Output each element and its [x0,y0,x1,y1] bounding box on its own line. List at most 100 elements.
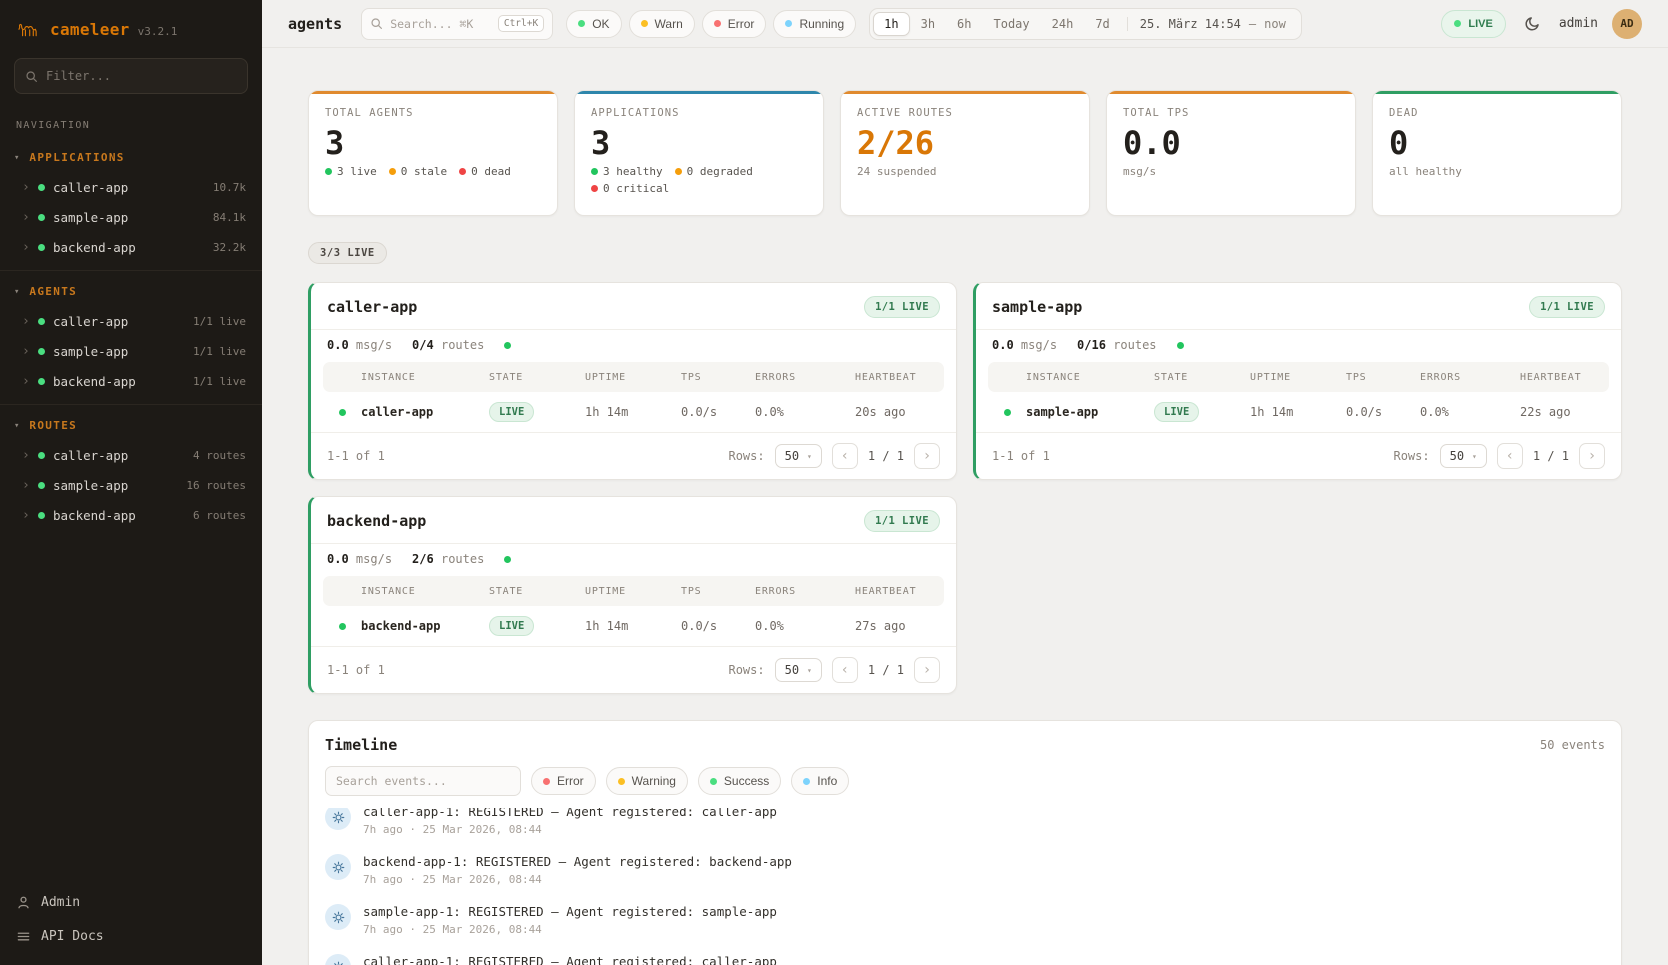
stat-breakdown: 3 live 0 stale 0 dead [325,165,541,178]
sidebar-item-badge: 16 routes [186,479,246,492]
timeline-chip-success[interactable]: Success [698,767,781,795]
prev-page-button[interactable]: ‹ [832,657,858,683]
theme-toggle[interactable] [1520,11,1545,36]
app-live-badge: 1/1 LIVE [864,296,940,318]
caret-down-icon: ▾ [14,287,19,297]
range-button-3h[interactable]: 3h [910,12,946,36]
filter-chip-warn[interactable]: Warn [629,10,695,38]
table-cell [323,623,361,630]
section-header-applications[interactable]: ▾ APPLICATIONS [0,147,262,172]
table-header-cell: HEARTBEAT [855,586,944,597]
next-page-button[interactable]: › [1579,443,1605,469]
sidebar-item-applications-backend-app[interactable]: › backend-app 32.2k [0,232,262,262]
timeline-chip-warning[interactable]: Warning [606,767,688,795]
prev-page-button[interactable]: ‹ [832,443,858,469]
table-cell-tps: 0.0/s [1346,405,1420,419]
sidebar-filter-input[interactable] [46,69,237,83]
event-title: caller-app-1: REGISTERED — Agent registe… [363,808,777,819]
table-header-cell: TPS [1346,372,1420,383]
sidebar-filter [14,58,248,94]
table-cell-uptime: 1h 14m [585,619,681,633]
section-header-routes[interactable]: ▾ ROUTES [0,415,262,440]
stat-subtext: all healthy [1389,165,1605,178]
timeline-event[interactable]: caller-app-1: REGISTERED — Agent registe… [325,808,1605,845]
timeline-chip-info[interactable]: Info [791,767,849,795]
status-dot [591,185,598,192]
global-search-input[interactable] [390,17,491,31]
live-toggle[interactable]: LIVE [1441,10,1505,38]
table-row[interactable]: backend-app LIVE 1h 14m 0.0/s 0.0% 27s a… [323,606,944,646]
sidebar-item-label: backend-app [53,508,136,523]
rows-per-page-select[interactable]: 50 ▾ [1440,444,1487,468]
breakdown-text: 0 dead [471,165,511,178]
sidebar-item-api-docs[interactable]: API Docs [16,919,246,953]
section-header-agents[interactable]: ▾ AGENTS [0,281,262,306]
event-timestamp: 7h ago · 25 Mar 2026, 08:44 [363,873,792,886]
app-logo[interactable]: cameleer v3.2.1 [0,0,262,54]
filter-chip-error[interactable]: Error [702,10,767,38]
stat-value: 0 [1389,127,1605,159]
routes-stat: 0/4 routes [412,338,484,352]
table-row[interactable]: sample-app LIVE 1h 14m 0.0/s 0.0% 22s ag… [988,392,1609,432]
health-dot [1177,342,1184,349]
filter-chip-running[interactable]: Running [773,10,856,38]
timeline-card: Timeline 50 events Error Warning Success [308,720,1622,965]
next-page-button[interactable]: › [914,443,940,469]
timeline-event[interactable]: caller-app-1: REGISTERED — Agent registe… [325,945,1605,965]
sidebar-item-agents-backend-app[interactable]: › backend-app 1/1 live [0,366,262,396]
rows-per-page-value: 50 [1450,449,1464,463]
rows-per-page-select[interactable]: 50 ▾ [775,658,822,682]
table-footer: 1-1 of 1 Rows: 50 ▾ ‹ 1 / 1 › [311,432,956,479]
stats-grid: TOTAL AGENTS 3 3 live 0 stale 0 dead APP… [308,90,1622,216]
table-header-cell: STATE [489,586,585,597]
timeline-chip-error[interactable]: Error [531,767,596,795]
range-button-7d[interactable]: 7d [1084,12,1120,36]
next-page-button[interactable]: › [914,657,940,683]
sidebar-item-routes-sample-app[interactable]: › sample-app 16 routes [0,470,262,500]
status-dot [641,20,648,27]
table-header-cell: INSTANCE [361,586,489,597]
sidebar-section-applications: ▾ APPLICATIONS › caller-app 10.7k › samp… [0,137,262,270]
timeline-search-input[interactable] [336,774,510,788]
range-button-1h[interactable]: 1h [873,12,909,36]
breakdown-text: 0 stale [401,165,447,178]
sidebar-item-routes-caller-app[interactable]: › caller-app 4 routes [0,440,262,470]
sidebar-item-agents-sample-app[interactable]: › sample-app 1/1 live [0,336,262,366]
sidebar-item-routes-backend-app[interactable]: › backend-app 6 routes [0,500,262,530]
prev-page-button[interactable]: ‹ [1497,443,1523,469]
throughput-unit: msg/s [1021,338,1057,352]
sidebar-item-badge: 4 routes [193,449,246,462]
timeline-events-list[interactable]: caller-app-1: REGISTERED — Agent registe… [309,808,1621,965]
search-icon [25,70,38,83]
sidebar-item-admin[interactable]: Admin [16,885,246,919]
sidebar-item-applications-caller-app[interactable]: › caller-app 10.7k [0,172,262,202]
range-button-6h[interactable]: 6h [946,12,982,36]
rows-per-page-select[interactable]: 50 ▾ [775,444,822,468]
sidebar-item-agents-caller-app[interactable]: › caller-app 1/1 live [0,306,262,336]
status-dot [38,452,45,459]
routes-value: 2/6 [412,552,434,566]
table-footer: 1-1 of 1 Rows: 50 ▾ ‹ 1 / 1 › [311,646,956,693]
chevron-down-icon: ▾ [1472,452,1477,461]
state-badge: LIVE [489,402,534,422]
stat-subtext: msg/s [1123,165,1339,178]
table-row[interactable]: caller-app LIVE 1h 14m 0.0/s 0.0% 20s ag… [323,392,944,432]
avatar[interactable]: AD [1612,9,1642,39]
chevron-right-icon: › [22,508,30,523]
footer-item-label: API Docs [41,929,104,944]
sidebar-item-label: sample-app [53,344,128,359]
sidebar-item-applications-sample-app[interactable]: › sample-app 84.1k [0,202,262,232]
stat-accent-bar [575,91,823,94]
status-dot [1004,409,1011,416]
filter-chip-ok[interactable]: OK [566,10,621,38]
timeline-event-count: 50 events [1540,738,1605,752]
timeline-event[interactable]: backend-app-1: REGISTERED — Agent regist… [325,845,1605,895]
pagination-controls: Rows: 50 ▾ ‹ 1 / 1 › [1393,443,1605,469]
status-dot [38,378,45,385]
nav-heading: NAVIGATION [0,110,262,137]
range-button-24h[interactable]: 24h [1041,12,1085,36]
rows-per-page-value: 50 [785,663,799,677]
range-button-today[interactable]: Today [983,12,1041,36]
timeline-event[interactable]: sample-app-1: REGISTERED — Agent registe… [325,895,1605,945]
sidebar-item-label: backend-app [53,240,136,255]
